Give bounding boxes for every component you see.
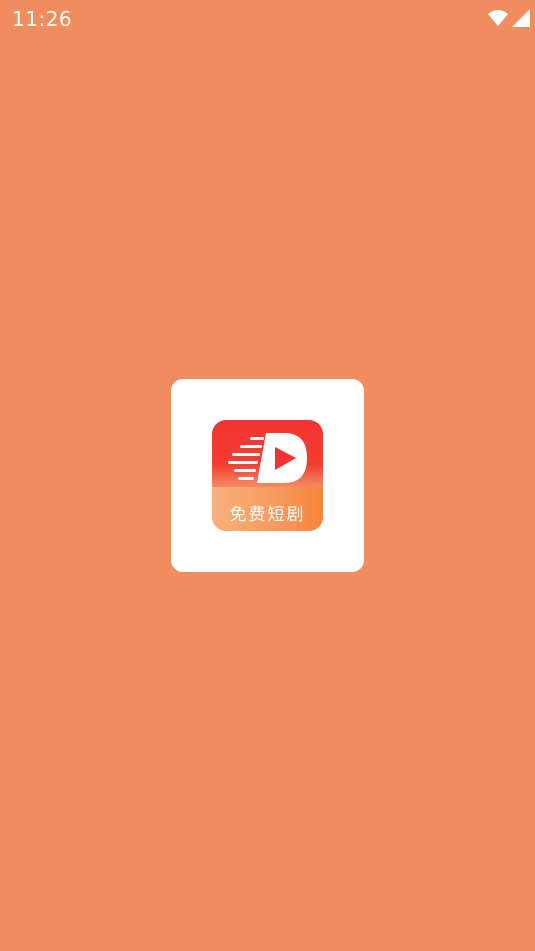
status-bar: 11:26 xyxy=(0,0,535,36)
app-logo: 免费短剧 xyxy=(212,420,323,531)
wifi-icon xyxy=(488,10,508,26)
play-d-logo-icon xyxy=(228,433,307,483)
status-time: 11:26 xyxy=(12,7,73,31)
splash-logo-card: 免费短剧 xyxy=(171,379,364,572)
cellular-signal-icon xyxy=(512,9,530,27)
app-logo-text: 免费短剧 xyxy=(229,505,306,525)
